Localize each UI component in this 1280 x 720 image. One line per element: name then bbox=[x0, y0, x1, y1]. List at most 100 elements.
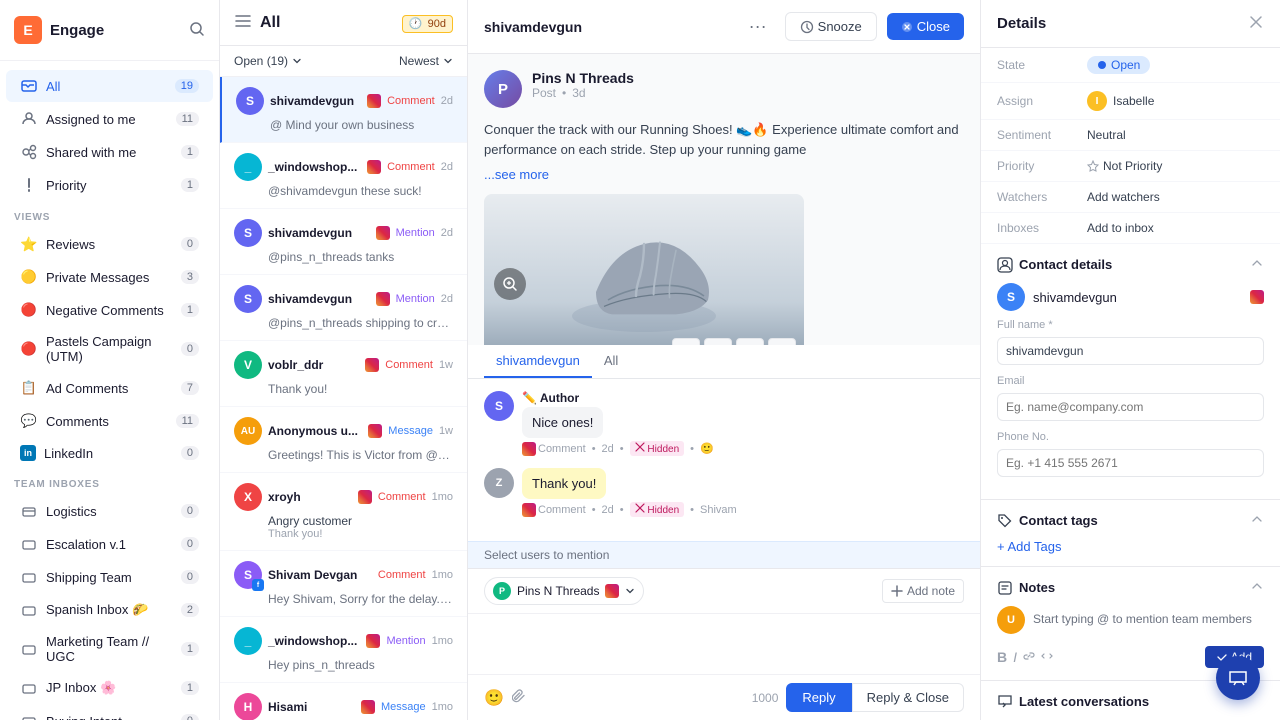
conv-item[interactable]: S shivamdevgun Mention 2d @pins_n_thread… bbox=[220, 209, 467, 275]
sidebar-item-negative-comments[interactable]: 🔴 Negative Comments 1 bbox=[6, 294, 213, 326]
contact-tags-title: Contact tags bbox=[1019, 513, 1098, 528]
emoji-button[interactable]: 🙂 bbox=[484, 688, 504, 708]
email-label: Email bbox=[997, 375, 1025, 387]
sidebar-shared-count: 1 bbox=[181, 145, 199, 159]
sidebar-item-pastels[interactable]: 🔴 Pastels Campaign (UTM) 0 bbox=[6, 327, 213, 371]
assignee[interactable]: I Isabelle bbox=[1087, 91, 1154, 111]
email-group: Email bbox=[997, 375, 1264, 421]
conv-item[interactable]: H Hisami Message 1mo もう10%OFFキャンペーンは終わって… bbox=[220, 683, 467, 720]
tab-user[interactable]: shivamdevgun bbox=[484, 345, 592, 378]
watchers-add-button[interactable]: Add watchers bbox=[1087, 190, 1160, 204]
close-details-button[interactable] bbox=[1248, 14, 1264, 33]
sidebar-item-assigned[interactable]: Assigned to me 11 bbox=[6, 103, 213, 135]
add-note-button[interactable]: Add note bbox=[882, 579, 964, 603]
watchers-label: Watchers bbox=[997, 190, 1087, 204]
sidebar-item-shared[interactable]: Shared with me 1 bbox=[6, 136, 213, 168]
sidebar-jp-label: JP Inbox 🌸 bbox=[46, 680, 173, 696]
sidebar-item-escalation[interactable]: Escalation v.1 0 bbox=[6, 528, 213, 560]
conv-item[interactable]: _ _windowshop... Mention 1mo Hey pins_n_… bbox=[220, 617, 467, 683]
state-badge[interactable]: Open bbox=[1087, 56, 1150, 74]
sidebar-item-marketing[interactable]: Marketing Team // UGC 1 bbox=[6, 627, 213, 671]
collapse-notes-button[interactable] bbox=[1250, 579, 1264, 596]
assign-label: Assign bbox=[997, 94, 1087, 108]
notes-bold-button[interactable]: B bbox=[997, 649, 1007, 665]
conv-item[interactable]: S f Shivam Devgan Comment 1mo Hey Shivam… bbox=[220, 551, 467, 617]
sidebar-assigned-label: Assigned to me bbox=[46, 112, 168, 127]
sidebar-item-reviews[interactable]: ⭐ Reviews 0 bbox=[6, 228, 213, 260]
conv-item[interactable]: S shivamdevgun Mention 2d @pins_n_thread… bbox=[220, 275, 467, 341]
phone-input[interactable] bbox=[997, 449, 1264, 477]
sidebar-item-priority[interactable]: Priority 1 bbox=[6, 169, 213, 201]
notes-italic-button[interactable]: I bbox=[1013, 649, 1017, 665]
collapse-tags-button[interactable] bbox=[1250, 512, 1264, 529]
sidebar-item-linkedin[interactable]: in LinkedIn 0 bbox=[6, 438, 213, 468]
assigned-icon bbox=[20, 110, 38, 128]
snooze-button[interactable]: Snooze bbox=[785, 12, 877, 41]
msg-bubble-highlight: Thank you! bbox=[522, 468, 606, 499]
link-icon[interactable] bbox=[736, 338, 764, 345]
app-name: Engage bbox=[50, 22, 104, 39]
full-name-input[interactable] bbox=[997, 337, 1264, 365]
search-icon[interactable] bbox=[189, 21, 205, 40]
conv-list-toolbar: Open (19) Newest bbox=[220, 46, 467, 77]
filter-dropdown[interactable]: Open (19) bbox=[234, 54, 302, 68]
sidebar-item-private-messages[interactable]: 🟡 Private Messages 3 bbox=[6, 261, 213, 293]
sidebar-item-ad-comments[interactable]: 📋 Ad Comments 7 bbox=[6, 372, 213, 404]
chat-bubble-button[interactable] bbox=[1216, 656, 1260, 700]
add-tags-button[interactable]: + Add Tags bbox=[997, 539, 1061, 554]
inboxes-add-button[interactable]: Add to inbox bbox=[1087, 221, 1154, 235]
logistics-icon bbox=[20, 502, 38, 520]
assignee-avatar: I bbox=[1087, 91, 1107, 111]
notes-link-button[interactable] bbox=[1023, 649, 1035, 665]
sidebar-item-comments[interactable]: 💬 Comments 11 bbox=[6, 405, 213, 437]
reply-send-button[interactable]: Reply bbox=[786, 683, 851, 712]
reply-close-button[interactable]: Reply & Close bbox=[852, 683, 964, 712]
sidebar-item-shipping[interactable]: Shipping Team 0 bbox=[6, 561, 213, 593]
sidebar-item-spanish[interactable]: Spanish Inbox 🌮 2 bbox=[6, 594, 213, 626]
instagram-icon bbox=[361, 700, 375, 714]
conv-item[interactable]: X xroyh Comment 1mo Angry customer Thank… bbox=[220, 473, 467, 551]
conv-item[interactable]: V voblr_ddr Comment 1w Thank you! bbox=[220, 341, 467, 407]
close-button[interactable]: Close bbox=[887, 13, 964, 40]
hamburger-icon[interactable] bbox=[234, 12, 252, 33]
detail-priority: Priority Not Priority bbox=[981, 151, 1280, 182]
pastels-icon: 🔴 bbox=[20, 340, 38, 358]
zoom-icon[interactable] bbox=[494, 268, 526, 300]
collapse-contact-button[interactable] bbox=[1250, 256, 1264, 273]
main-area: shivamdevgun ··· Snooze Close P Pins N T… bbox=[468, 0, 980, 720]
msg-bubble: Nice ones! bbox=[522, 407, 603, 438]
post-type: Post bbox=[532, 86, 556, 100]
sidebar-item-jp[interactable]: JP Inbox 🌸 1 bbox=[6, 672, 213, 704]
more-options-button[interactable]: ··· bbox=[741, 12, 775, 41]
reply-account-selector[interactable]: P Pins N Threads bbox=[484, 577, 644, 605]
sidebar-comments-label: Comments bbox=[46, 414, 168, 429]
sidebar-item-buying[interactable]: Buying Intent 0 bbox=[6, 705, 213, 720]
sort-dropdown[interactable]: Newest bbox=[399, 54, 453, 68]
conv-item[interactable]: AU Anonymous u... Message 1w Greetings! … bbox=[220, 407, 467, 473]
msg-avatar: S bbox=[484, 391, 514, 421]
more-icon[interactable]: ··· bbox=[672, 338, 700, 345]
conv-item[interactable]: _ _windowshop... Comment 2d @shivamdevgu… bbox=[220, 143, 467, 209]
sidebar-buying-count: 0 bbox=[181, 714, 199, 720]
email-input[interactable] bbox=[997, 393, 1264, 421]
detail-state: State Open bbox=[981, 48, 1280, 83]
days-badge-text: 🕐 90d bbox=[402, 15, 453, 33]
copy-icon[interactable] bbox=[768, 338, 796, 345]
sidebar-logistics-count: 0 bbox=[181, 504, 199, 518]
details-title: Details bbox=[997, 15, 1046, 32]
post-time: 3d bbox=[572, 86, 585, 100]
expand-icon[interactable] bbox=[704, 338, 732, 345]
attach-button[interactable] bbox=[512, 689, 526, 706]
notes-code-button[interactable] bbox=[1041, 649, 1053, 665]
contact-person: S shivamdevgun bbox=[997, 283, 1264, 311]
contact-platform-icon bbox=[1250, 290, 1264, 304]
emoji-reaction-button[interactable]: 🙂 bbox=[700, 442, 714, 455]
reply-input[interactable] bbox=[468, 614, 980, 674]
tab-all[interactable]: All bbox=[592, 345, 630, 378]
see-more-link[interactable]: ...see more bbox=[484, 167, 964, 182]
detail-sentiment: Sentiment Neutral bbox=[981, 120, 1280, 151]
sidebar-item-logistics[interactable]: Logistics 0 bbox=[6, 495, 213, 527]
conv-item[interactable]: S shivamdevgun Comment 2d @ Mind your ow… bbox=[220, 77, 467, 143]
sidebar-item-all[interactable]: All 19 bbox=[6, 70, 213, 102]
contact-details-section: Contact details S shivamdevgun Full name… bbox=[981, 244, 1280, 500]
